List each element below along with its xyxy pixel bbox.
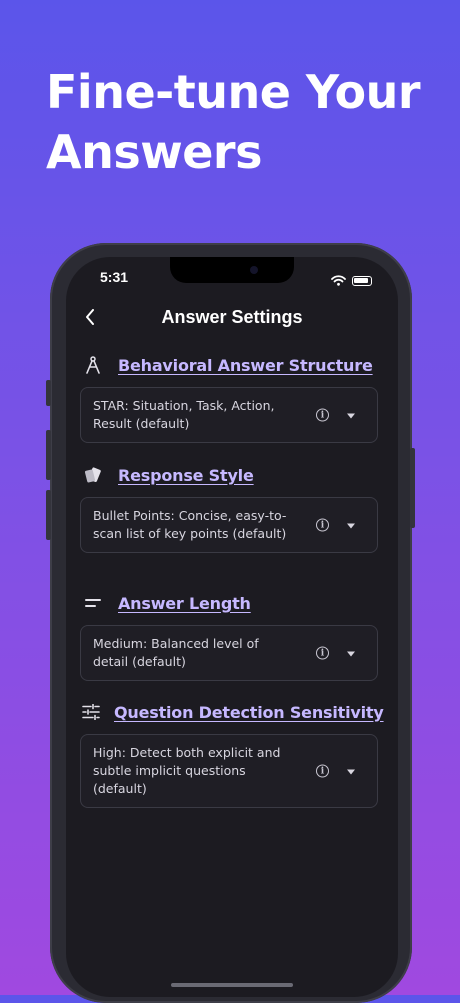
section-answer-length: Answer Length Medium: Balanced level of … [80,591,380,681]
cards-icon [82,465,104,485]
home-indicator[interactable] [171,983,293,987]
section-response-style: Response Style Bullet Points: Concise, e… [80,463,380,553]
phone-side-button [46,380,51,406]
section-title[interactable]: Response Style [118,466,254,485]
section-title[interactable]: Behavioral Answer Structure [118,356,373,375]
dropdown-value: Bullet Points: Concise, easy-to-scan lis… [93,508,287,541]
app-screen: 5:31 Answer Settings Behavioral Answer S… [66,257,398,997]
answer-length-dropdown[interactable]: Medium: Balanced level of detail (defaul… [80,625,378,681]
short-text-icon [82,593,104,613]
dropdown-arrow-icon[interactable] [347,769,355,775]
status-time: 5:31 [100,269,129,285]
phone-power-button [410,448,415,528]
camera [250,266,258,274]
info-icon[interactable]: i [316,408,329,422]
status-icons [331,271,372,290]
dropdown-arrow-icon[interactable] [347,413,355,419]
section-header: Answer Length [80,591,380,615]
headline-line-1: Fine-tune Your [46,65,421,119]
section-header: Behavioral Answer Structure [80,353,380,377]
tune-icon [82,702,100,722]
wifi-icon [331,271,346,290]
dropdown-value: High: Detect both explicit and subtle im… [93,745,281,796]
section-detection-sensitivity: Question Detection Sensitivity High: Det… [80,700,384,808]
section-answer-structure: Behavioral Answer Structure STAR: Situat… [80,353,380,443]
response-style-dropdown[interactable]: Bullet Points: Concise, easy-to-scan lis… [80,497,378,553]
dropdown-value: Medium: Balanced level of detail (defaul… [93,636,259,669]
section-title[interactable]: Question Detection Sensitivity [114,703,384,722]
info-icon[interactable]: i [316,518,329,532]
answer-structure-dropdown[interactable]: STAR: Situation, Task, Action, Result (d… [80,387,378,443]
section-header: Response Style [80,463,380,487]
dropdown-value: STAR: Situation, Task, Action, Result (d… [93,398,275,431]
info-icon[interactable]: i [316,764,329,778]
dropdown-arrow-icon[interactable] [347,523,355,529]
phone-volume-up [46,430,51,480]
nav-bar: Answer Settings [66,305,398,331]
phone-volume-down [46,490,51,540]
page-title: Answer Settings [161,307,303,327]
battery-icon [352,275,372,286]
section-header: Question Detection Sensitivity [80,700,384,724]
promo-headline: Fine-tune Your Answers [46,62,446,182]
headline-line-2: Answers [46,125,263,179]
dropdown-arrow-icon[interactable] [347,651,355,657]
info-icon[interactable]: i [316,646,329,660]
notch [170,257,294,283]
compass-icon [82,355,104,375]
section-title[interactable]: Answer Length [118,594,251,613]
detection-sensitivity-dropdown[interactable]: High: Detect both explicit and subtle im… [80,734,378,808]
